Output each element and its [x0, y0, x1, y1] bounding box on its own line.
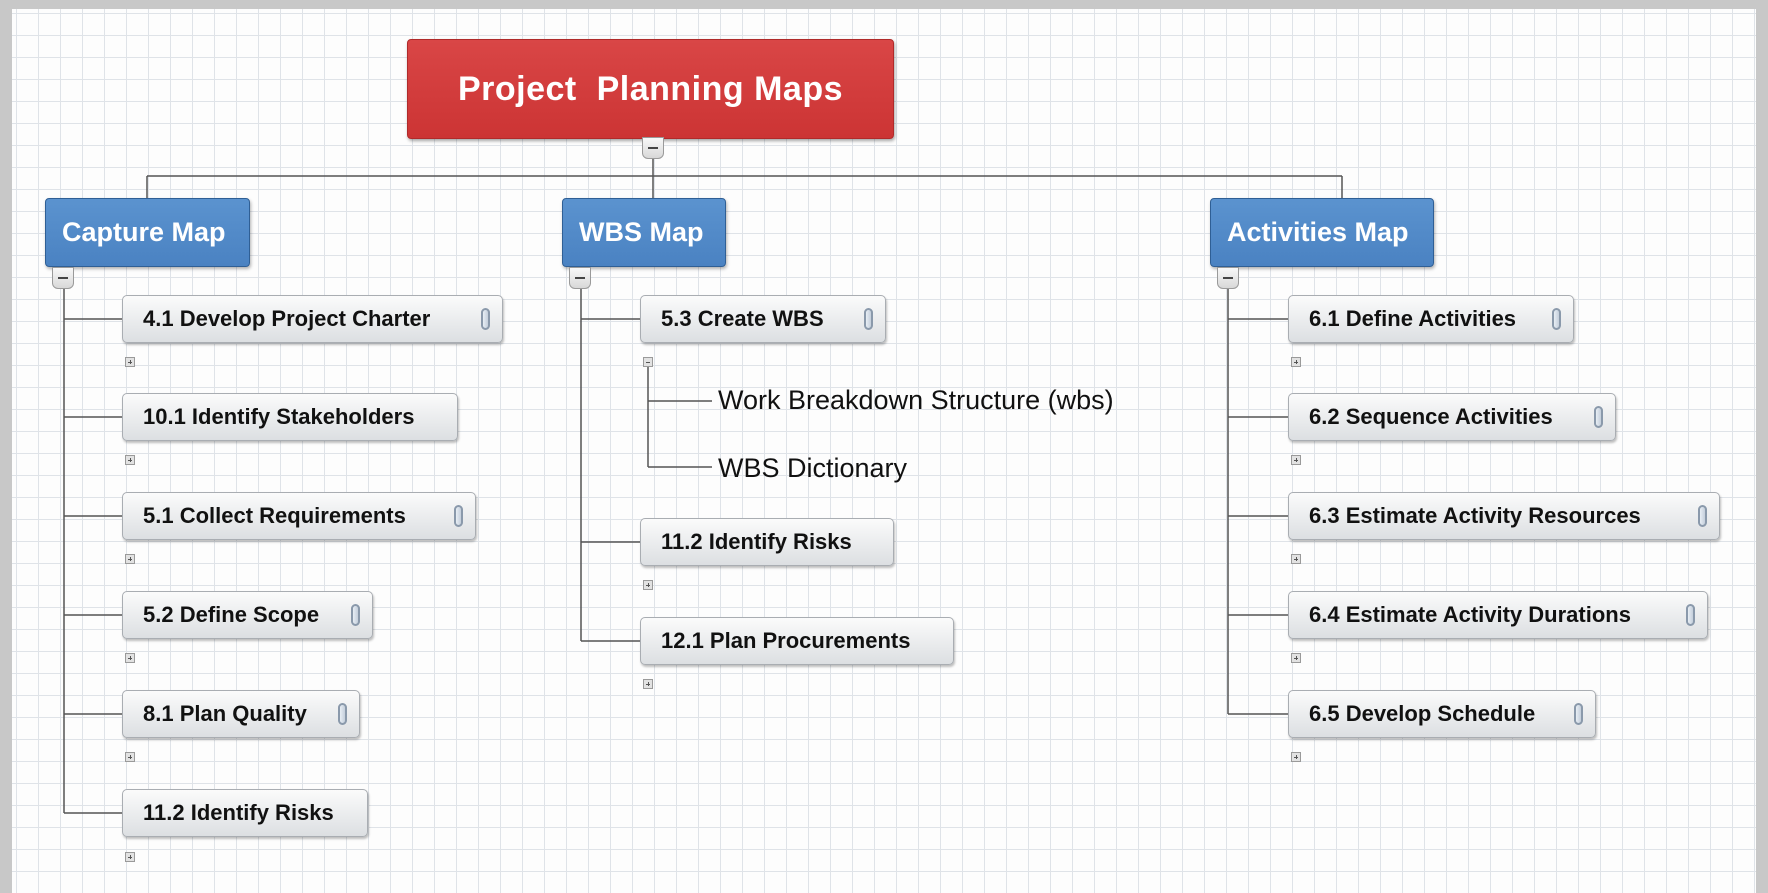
- root-topic-label: Project Planning Maps: [457, 69, 844, 108]
- topic-label: 11.2 Identify Risks: [143, 800, 334, 825]
- collapse-minus-icon[interactable]: [643, 357, 653, 367]
- expand-plus-icon[interactable]: [125, 653, 135, 663]
- expand-plus-icon[interactable]: [125, 455, 135, 465]
- topic-label: 4.1 Develop Project Charter: [143, 306, 431, 331]
- topic-label: 6.3 Estimate Activity Resources: [1309, 503, 1641, 528]
- paperclip-icon[interactable]: [864, 308, 873, 330]
- paperclip-icon[interactable]: [1698, 505, 1707, 527]
- expand-plus-icon[interactable]: [643, 580, 653, 590]
- topic-label: 5.1 Collect Requirements: [143, 503, 406, 528]
- root-topic[interactable]: Project Planning Maps: [407, 39, 894, 139]
- paperclip-icon[interactable]: [351, 604, 360, 626]
- topic-label: 6.1 Define Activities: [1309, 306, 1517, 331]
- branch-label: Capture Map: [62, 217, 226, 247]
- paperclip-icon[interactable]: [1686, 604, 1695, 626]
- expand-plus-icon[interactable]: [125, 357, 135, 367]
- expand-plus-icon[interactable]: [643, 679, 653, 689]
- paperclip-icon[interactable]: [454, 505, 463, 527]
- paperclip-icon[interactable]: [1574, 703, 1583, 725]
- topic-5-1-collect-requirements[interactable]: 5.1 Collect Requirements: [122, 492, 476, 540]
- topic-10-1-identify-stakeholders[interactable]: 10.1 Identify Stakeholders: [122, 393, 458, 441]
- branch-label: Activities Map: [1227, 217, 1409, 247]
- topic-label: 5.2 Define Scope: [143, 602, 320, 627]
- topic-5-3-create-wbs[interactable]: 5.3 Create WBS: [640, 295, 886, 343]
- expand-plus-icon[interactable]: [125, 852, 135, 862]
- topic-6-1-define-activities[interactable]: 6.1 Define Activities: [1288, 295, 1574, 343]
- expand-plus-icon[interactable]: [1291, 554, 1301, 564]
- subtopic-wbs-dictionary[interactable]: WBS Dictionary: [718, 453, 907, 484]
- branch-activities-map[interactable]: Activities Map: [1210, 198, 1434, 267]
- topic-4-1-develop-project-charter[interactable]: 4.1 Develop Project Charter: [122, 295, 503, 343]
- paperclip-icon[interactable]: [338, 703, 347, 725]
- branch-wbs-map[interactable]: WBS Map: [562, 198, 726, 267]
- expand-plus-icon[interactable]: [1291, 653, 1301, 663]
- topic-label: 6.2 Sequence Activities: [1309, 404, 1553, 429]
- topic-6-3-estimate-activity-resources[interactable]: 6.3 Estimate Activity Resources: [1288, 492, 1720, 540]
- mind-map-canvas: Project Planning Maps Capture Map 4.1 De…: [12, 9, 1756, 893]
- branch-label: WBS Map: [579, 217, 704, 247]
- expand-plus-icon[interactable]: [1291, 455, 1301, 465]
- paperclip-icon[interactable]: [1552, 308, 1561, 330]
- activities-map-collapse-icon[interactable]: [1217, 267, 1239, 289]
- topic-6-2-sequence-activities[interactable]: 6.2 Sequence Activities: [1288, 393, 1616, 441]
- expand-plus-icon[interactable]: [1291, 357, 1301, 367]
- subtopic-work-breakdown-structure[interactable]: Work Breakdown Structure (wbs): [718, 385, 1114, 416]
- expand-plus-icon[interactable]: [125, 752, 135, 762]
- expand-plus-icon[interactable]: [1291, 752, 1301, 762]
- topic-11-2-identify-risks[interactable]: 11.2 Identify Risks: [122, 789, 368, 837]
- topic-11-2-identify-risks[interactable]: 11.2 Identify Risks: [640, 518, 894, 566]
- connector-lines: [63, 159, 1343, 814]
- topic-6-4-estimate-activity-durations[interactable]: 6.4 Estimate Activity Durations: [1288, 591, 1708, 639]
- topic-label: 10.1 Identify Stakeholders: [143, 404, 415, 429]
- topic-label: 8.1 Plan Quality: [143, 701, 307, 726]
- root-collapse-icon[interactable]: [642, 137, 664, 159]
- branch-capture-map[interactable]: Capture Map: [45, 198, 250, 267]
- paperclip-icon[interactable]: [481, 308, 490, 330]
- topic-label: 6.4 Estimate Activity Durations: [1309, 602, 1631, 627]
- topic-label: 5.3 Create WBS: [661, 306, 824, 331]
- topic-12-1-plan-procurements[interactable]: 12.1 Plan Procurements: [640, 617, 954, 665]
- expand-plus-icon[interactable]: [125, 554, 135, 564]
- topic-label: 11.2 Identify Risks: [661, 529, 852, 554]
- topic-8-1-plan-quality[interactable]: 8.1 Plan Quality: [122, 690, 360, 738]
- paperclip-icon[interactable]: [1594, 406, 1603, 428]
- topic-label: 6.5 Develop Schedule: [1309, 701, 1536, 726]
- topic-label: 12.1 Plan Procurements: [661, 628, 911, 653]
- topic-5-2-define-scope[interactable]: 5.2 Define Scope: [122, 591, 373, 639]
- wbs-map-collapse-icon[interactable]: [569, 267, 591, 289]
- capture-map-collapse-icon[interactable]: [52, 267, 74, 289]
- topic-6-5-develop-schedule[interactable]: 6.5 Develop Schedule: [1288, 690, 1596, 738]
